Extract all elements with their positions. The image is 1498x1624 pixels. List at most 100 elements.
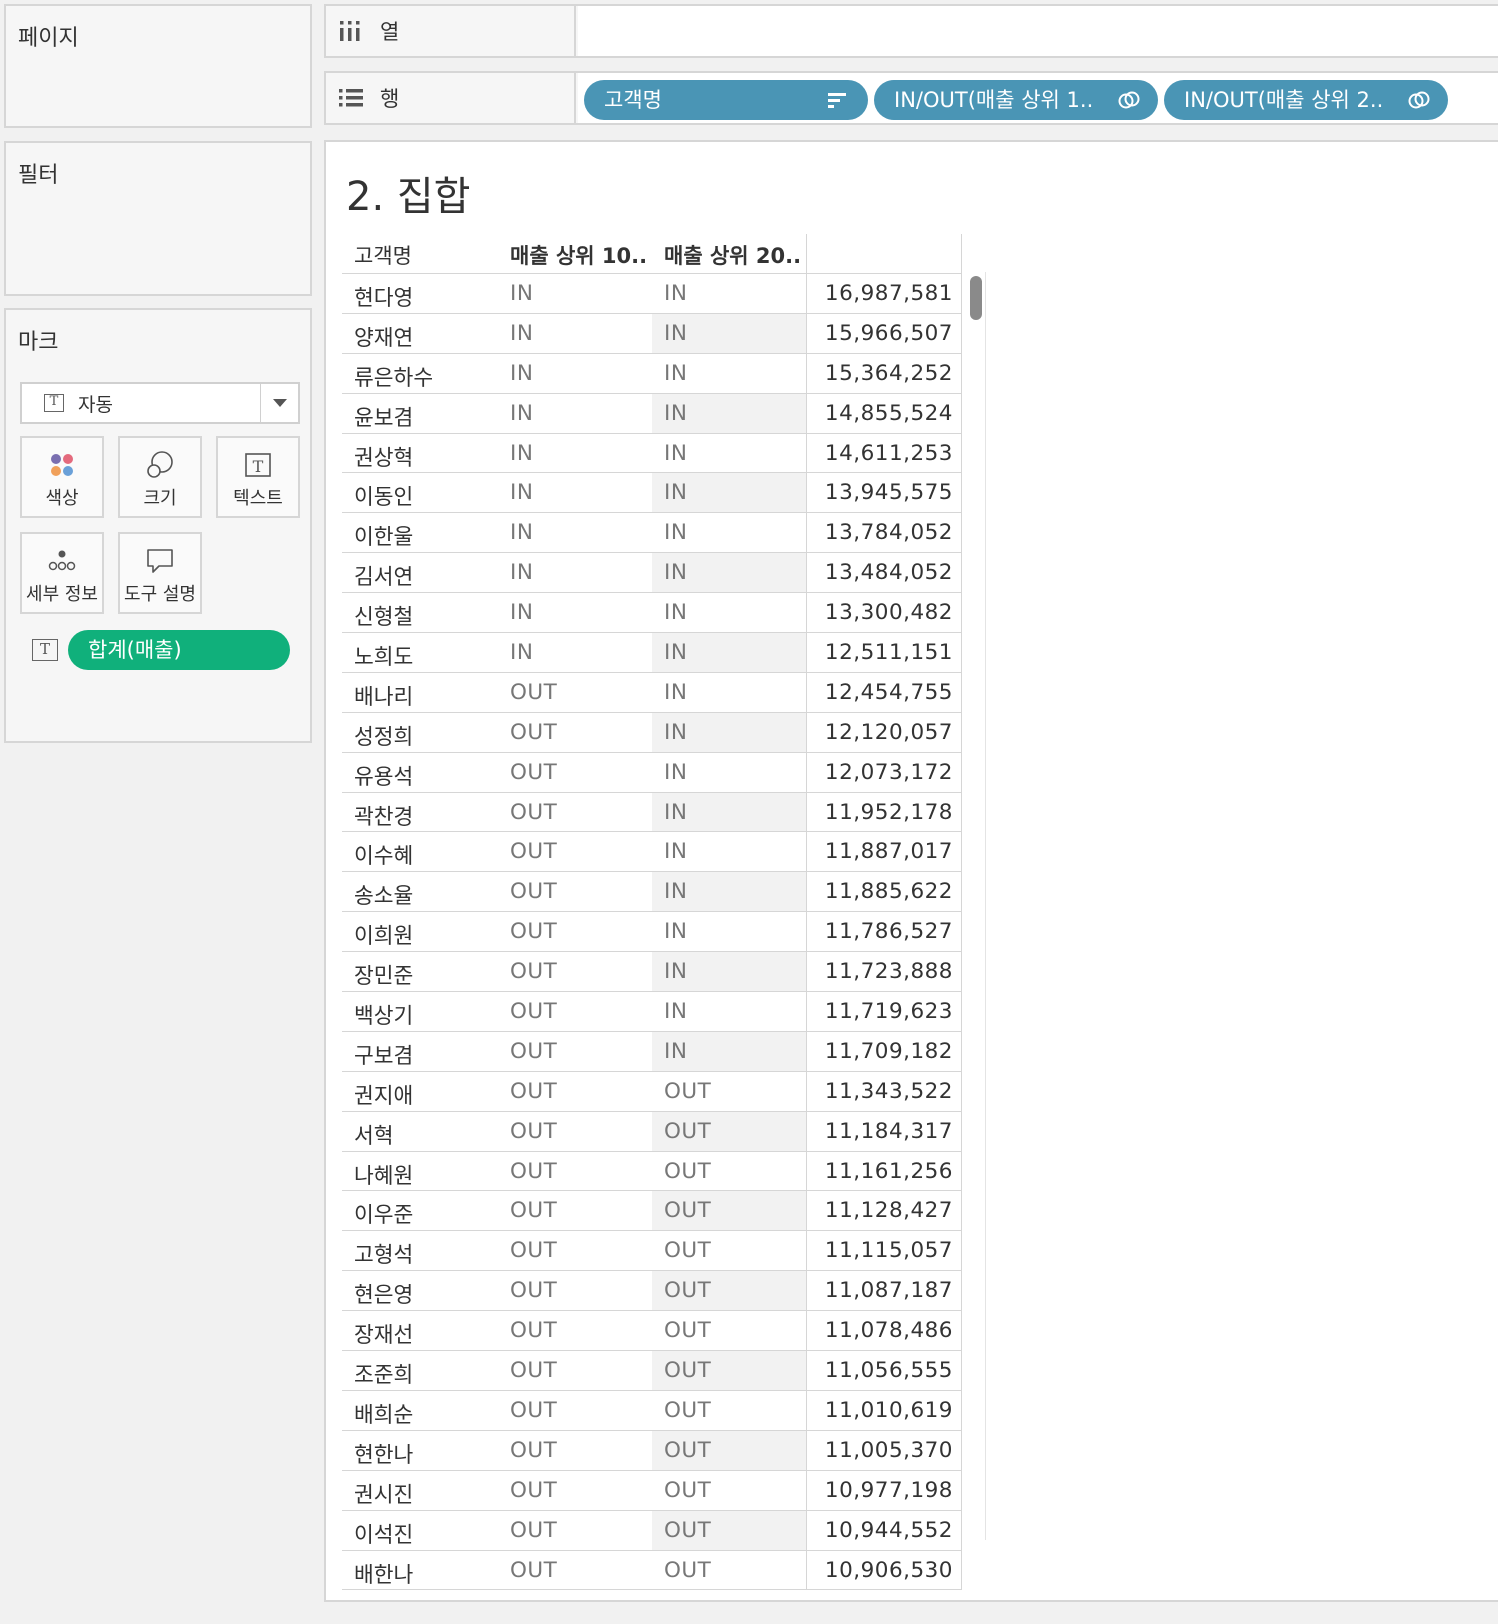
cell-top20: IN <box>664 360 688 386</box>
table-row[interactable]: 유용석 OUT IN 12,073,172 <box>342 751 962 793</box>
color-button[interactable]: 색상 <box>20 436 104 518</box>
table-row[interactable]: 장민준 OUT IN 11,723,888 <box>342 951 962 993</box>
table-row[interactable]: 배희순 OUT OUT 11,010,619 <box>342 1389 962 1431</box>
header-top20[interactable]: 매출 상위 20.. <box>664 240 801 270</box>
scrollbar-thumb[interactable] <box>970 276 982 320</box>
cell-top10: OUT <box>510 1038 558 1064</box>
cell-customer-name: 이한울 <box>354 525 414 551</box>
table-row[interactable]: 양재연 IN IN 15,966,507 <box>342 312 962 354</box>
table-row[interactable]: 권시진 OUT OUT 10,977,198 <box>342 1469 962 1511</box>
header-customer-name[interactable]: 고객명 <box>354 240 412 270</box>
detail-icon <box>48 550 76 571</box>
cell-top10: IN <box>510 640 534 666</box>
cell-top10: OUT <box>510 1477 558 1503</box>
rows-drop-zone[interactable]: 고객명 IN/OUT(매출 상위 1.. IN/OUT(매출 상위 2.. <box>578 73 1498 123</box>
table-row[interactable]: 서혁 OUT OUT 11,184,317 <box>342 1110 962 1152</box>
sort-descending-icon <box>828 93 846 108</box>
value-cell: 13,945,575 <box>806 472 962 513</box>
filters-card[interactable]: 필터 <box>4 141 312 296</box>
cell-customer-name: 장민준 <box>354 964 414 990</box>
cell-customer-name: 곽찬경 <box>354 804 414 830</box>
value-cell: 11,719,623 <box>806 991 962 1031</box>
cell-top10: IN <box>510 400 534 426</box>
table-row[interactable]: 현다영 IN IN 16,987,581 <box>342 273 962 314</box>
cell-sales-value: 11,161,256 <box>824 1158 953 1184</box>
table-row[interactable]: 노희도 IN IN 12,511,151 <box>342 632 962 673</box>
vertical-scrollbar[interactable] <box>966 272 986 1540</box>
cell-customer-name: 현한나 <box>354 1442 414 1468</box>
table-row[interactable]: 이희원 OUT IN 11,786,527 <box>342 911 962 953</box>
header-top10[interactable]: 매출 상위 10.. <box>510 240 647 270</box>
cell-sales-value: 13,484,052 <box>824 560 953 586</box>
table-row[interactable]: 현한나 OUT OUT 11,005,370 <box>342 1429 962 1471</box>
cell-top10: OUT <box>510 1118 558 1144</box>
table-row[interactable]: 이동인 IN IN 13,945,575 <box>342 472 962 514</box>
detail-button[interactable]: 세부 정보 <box>20 532 104 614</box>
customer-name-pill[interactable]: 고객명 <box>584 80 868 120</box>
marks-field-row: T 합계(매출) <box>32 630 290 670</box>
cell-top20: OUT <box>664 1517 712 1543</box>
table-row[interactable]: 신형철 IN IN 13,300,482 <box>342 592 962 634</box>
table-row[interactable]: 이수혜 OUT IN 11,887,017 <box>342 831 962 873</box>
in-out-top1-pill[interactable]: IN/OUT(매출 상위 1.. <box>874 80 1158 120</box>
chevron-down-icon[interactable] <box>260 384 298 422</box>
text-button-label: 텍스트 <box>233 488 283 509</box>
table-row[interactable]: 송소율 OUT IN 11,885,622 <box>342 871 962 913</box>
table-row[interactable]: 성정희 OUT IN 12,120,057 <box>342 711 962 753</box>
table-row[interactable]: 이석진 OUT OUT 10,944,552 <box>342 1509 962 1551</box>
cell-top10: IN <box>510 520 534 546</box>
value-cell: 11,005,370 <box>806 1429 962 1470</box>
cell-top20: IN <box>664 1038 688 1064</box>
size-button[interactable]: 크기 <box>118 436 202 518</box>
cell-sales-value: 10,977,198 <box>824 1477 953 1503</box>
cell-customer-name: 백상기 <box>354 1004 414 1030</box>
table-row[interactable]: 구보겸 OUT IN 11,709,182 <box>342 1030 962 1072</box>
marks-card: 마크 T 자동 색상 크기 T 텍스트 세부 정보 도구 설명 T 합계(매출) <box>4 308 312 743</box>
table-row[interactable]: 조준희 OUT OUT 11,056,555 <box>342 1350 962 1391</box>
table-row[interactable]: 권상혁 IN IN 14,611,253 <box>342 432 962 474</box>
cell-top20: IN <box>664 520 688 546</box>
table-row[interactable]: 배한나 OUT OUT 10,906,530 <box>342 1549 962 1591</box>
cell-customer-name: 배나리 <box>354 684 414 710</box>
cell-top10: IN <box>510 440 534 466</box>
tooltip-button[interactable]: 도구 설명 <box>118 532 202 614</box>
value-cell: 11,128,427 <box>806 1190 962 1231</box>
sum-sales-pill[interactable]: 합계(매출) <box>68 630 290 670</box>
table-row[interactable]: 백상기 OUT IN 11,719,623 <box>342 991 962 1032</box>
table-row[interactable]: 윤보겸 IN IN 14,855,524 <box>342 392 962 434</box>
mark-type-dropdown[interactable]: T 자동 <box>20 382 300 424</box>
table-row[interactable]: 장재선 OUT OUT 11,078,486 <box>342 1310 962 1352</box>
columns-shelf: 열 <box>324 4 1498 58</box>
table-row[interactable]: 권지애 OUT OUT 11,343,522 <box>342 1070 962 1112</box>
table-row[interactable]: 고형석 OUT OUT 11,115,057 <box>342 1230 962 1272</box>
cell-top10: OUT <box>510 919 558 945</box>
cell-top20: IN <box>664 959 688 985</box>
cell-top20: OUT <box>664 1477 712 1503</box>
cell-sales-value: 13,784,052 <box>824 520 953 546</box>
text-button[interactable]: T 텍스트 <box>216 436 300 518</box>
cell-customer-name: 유용석 <box>354 764 414 790</box>
columns-drop-zone[interactable] <box>578 6 1498 56</box>
cell-top20: IN <box>664 879 688 905</box>
text-encoding-icon[interactable]: T <box>32 639 58 661</box>
cell-top20: IN <box>664 600 688 626</box>
svg-text:T: T <box>253 457 264 476</box>
table-row[interactable]: 곽찬경 OUT IN 11,952,178 <box>342 791 962 833</box>
table-row[interactable]: 배나리 OUT IN 12,454,755 <box>342 671 962 713</box>
table-row[interactable]: 현은영 OUT OUT 11,087,187 <box>342 1270 962 1312</box>
cell-sales-value: 15,966,507 <box>824 320 953 346</box>
table-row[interactable]: 김서연 IN IN 13,484,052 <box>342 552 962 594</box>
value-cell: 11,161,256 <box>806 1150 962 1191</box>
cell-top20: OUT <box>664 1078 712 1104</box>
pages-card[interactable]: 페이지 <box>4 4 312 128</box>
cell-top10: IN <box>510 320 534 346</box>
in-out-top2-pill[interactable]: IN/OUT(매출 상위 2.. <box>1164 80 1448 120</box>
cell-sales-value: 12,073,172 <box>824 759 953 785</box>
pages-card-title: 페이지 <box>18 26 79 51</box>
table-row[interactable]: 류은하수 IN IN 15,364,252 <box>342 352 962 394</box>
table-row[interactable]: 이우준 OUT OUT 11,128,427 <box>342 1190 962 1232</box>
table-row[interactable]: 나혜원 OUT OUT 11,161,256 <box>342 1150 962 1192</box>
table-row[interactable]: 이한울 IN IN 13,784,052 <box>342 512 962 554</box>
cell-sales-value: 11,885,622 <box>824 879 953 905</box>
color-button-label: 색상 <box>45 488 79 509</box>
